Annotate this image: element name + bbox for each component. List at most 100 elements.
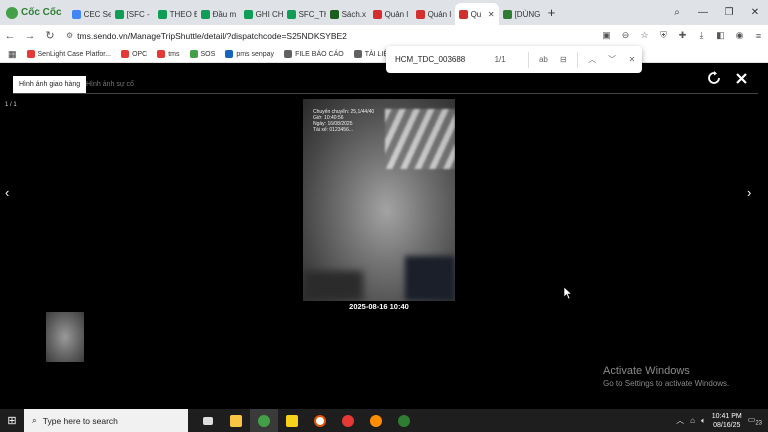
file-explorer-icon[interactable]	[222, 409, 250, 432]
photo-thumbnail[interactable]	[46, 312, 84, 362]
tab-delivery-images[interactable]: Hình ảnh giao hàng	[13, 76, 87, 93]
menu-icon[interactable]: ≡	[749, 31, 768, 41]
bookmark-icon	[157, 50, 166, 58]
tab-label: CEC Se	[83, 9, 111, 19]
coccoc-second-icon[interactable]	[390, 409, 418, 432]
address-bar-row: ← → ↻ ⚙ tms.sendo.vn/ManageTripShuttle/d…	[0, 25, 768, 46]
bookmark-item[interactable]: FILE BÁO CÁO	[284, 50, 344, 58]
rotate-icon[interactable]	[707, 71, 721, 85]
tab-incident-images[interactable]: Hình ảnh sự cố	[80, 76, 140, 93]
sidebar-icon[interactable]: ◧	[711, 30, 730, 41]
maximize-button[interactable]: ❐	[716, 7, 742, 18]
new-tab-button[interactable]: +	[542, 5, 562, 20]
tab-label: Quản l	[384, 9, 409, 19]
bookmark-label: pms senpay	[236, 50, 275, 58]
tab-label: [DÙNG	[514, 9, 541, 19]
download-icon[interactable]: ⤓	[692, 30, 711, 41]
tab-label: Quản l	[427, 9, 452, 19]
taskbar-search-placeholder[interactable]: Type here to search	[43, 416, 118, 426]
search-icon: ⌕	[32, 415, 37, 425]
system-tray: ︿ ⌂ 🔈︎ 10:41 PM 08/16/25 ▭23	[676, 412, 768, 430]
bookmark-label: FILE BÁO CÁO	[295, 50, 344, 58]
match-case-toggle[interactable]: ab	[533, 55, 553, 64]
sticky-notes-icon[interactable]	[278, 409, 306, 432]
find-next-icon[interactable]: ﹀	[602, 54, 622, 65]
start-windows-icon[interactable]: ⊞	[0, 414, 24, 427]
tab-close-icon[interactable]: ✕	[488, 10, 495, 19]
find-input[interactable]: HCM_TDC_003688	[395, 55, 495, 64]
address-bar[interactable]: ⚙ tms.sendo.vn/ManageTripShuttle/detail/…	[66, 31, 597, 41]
tab-label: GHI CH	[255, 9, 283, 19]
volume-icon[interactable]: 🔈︎	[701, 416, 706, 426]
browser-tab[interactable]: Sách.x	[326, 3, 369, 25]
bookmark-item[interactable]: tms	[157, 50, 180, 58]
site-info-icon[interactable]: ⚙	[66, 31, 73, 40]
browser-tab[interactable]: [SFC -	[111, 3, 154, 25]
whole-word-icon[interactable]: ⊟	[553, 55, 573, 64]
bookmark-item[interactable]: OPC	[121, 50, 147, 58]
bookmark-item[interactable]: pms senpay	[225, 50, 274, 58]
bookmark-star-icon[interactable]: ☆	[635, 30, 654, 41]
tab-label: Đầu m	[212, 9, 237, 19]
tab-favicon-icon	[329, 9, 339, 19]
bookmark-icon	[284, 50, 293, 58]
chrome-icon[interactable]	[334, 409, 362, 432]
browser-tab[interactable]: THEO Đ	[154, 3, 197, 25]
tab-favicon-icon	[415, 9, 425, 19]
app-circle-icon[interactable]	[306, 409, 334, 432]
fire-app-icon[interactable]	[362, 409, 390, 432]
find-previous-icon[interactable]: ︿	[582, 54, 602, 65]
close-icon[interactable]	[736, 73, 747, 84]
page-translate-icon[interactable]: ▣	[597, 30, 616, 41]
browser-tab[interactable]: Quản l	[412, 3, 455, 25]
reload-icon[interactable]: ↻	[40, 29, 60, 42]
network-icon[interactable]: ⌂	[690, 416, 695, 425]
back-icon[interactable]: ←	[0, 30, 20, 42]
bookmark-icon	[189, 50, 198, 58]
bookmark-item[interactable]: SenLight Case Platfor...	[26, 50, 111, 58]
show-hidden-icons-icon[interactable]: ︿	[676, 415, 684, 426]
bookmark-icon	[26, 50, 35, 58]
browser-brand-label: Cốc Cốc	[21, 7, 62, 18]
browser-tab[interactable]: CEC Se	[68, 3, 111, 25]
notifications-icon[interactable]: ▭23	[748, 415, 762, 427]
coccoc-logo-icon	[6, 6, 18, 19]
profile-icon[interactable]: ◉	[730, 30, 749, 41]
tab-favicon-icon	[243, 9, 253, 19]
url-text[interactable]: tms.sendo.vn/ManageTripShuttle/detail/?d…	[77, 31, 347, 41]
coccoc-taskbar-icon[interactable]	[250, 409, 278, 432]
activate-windows-notice: Activate Windows Go to Settings to activ…	[603, 365, 730, 388]
browser-tab[interactable]: [DÙNG	[499, 3, 542, 25]
apps-grid-icon[interactable]: ▦	[8, 49, 17, 60]
tab-favicon-icon	[71, 9, 81, 19]
taskbar-search[interactable]: ⌕ Type here to search	[24, 409, 188, 432]
tab-favicon-icon	[372, 9, 382, 19]
tab-label: THEO Đ	[169, 9, 197, 19]
tab-favicon-icon	[286, 9, 296, 19]
browser-tab[interactable]: Đầu m	[197, 3, 240, 25]
previous-arrow-icon[interactable]: ‹	[5, 185, 9, 200]
minimize-button[interactable]: —	[690, 7, 716, 18]
tab-label: [SFC -	[126, 9, 150, 19]
bookmark-item[interactable]: SOS	[189, 50, 216, 58]
find-match-count: 1/1	[494, 55, 506, 64]
shield-icon[interactable]: ⛨	[654, 30, 673, 41]
browser-tab[interactable]: Quản l	[369, 3, 412, 25]
next-arrow-icon[interactable]: ›	[747, 185, 751, 200]
tab-favicon-icon	[114, 9, 124, 19]
zoom-icon[interactable]: ⊖	[616, 30, 635, 41]
find-close-icon[interactable]: ✕	[622, 55, 642, 64]
close-window-button[interactable]: ✕	[742, 7, 768, 18]
bookmark-label: SOS	[200, 50, 216, 58]
browser-tab[interactable]: Qu ✕	[454, 3, 499, 25]
mouse-cursor-icon	[564, 287, 572, 299]
forward-icon[interactable]: →	[20, 30, 40, 42]
task-view-icon[interactable]	[194, 409, 222, 432]
browser-tab[interactable]: SFC_TH	[283, 3, 326, 25]
extensions-icon[interactable]: ✚	[673, 30, 692, 41]
browser-tab[interactable]: GHI CH	[240, 3, 283, 25]
browser-brand[interactable]: Cốc Cốc	[0, 0, 68, 25]
tab-search-icon[interactable]: ⌕	[664, 7, 690, 18]
clock[interactable]: 10:41 PM 08/16/25	[712, 412, 742, 430]
window-controls: ⌕ — ❐ ✕	[664, 0, 768, 25]
